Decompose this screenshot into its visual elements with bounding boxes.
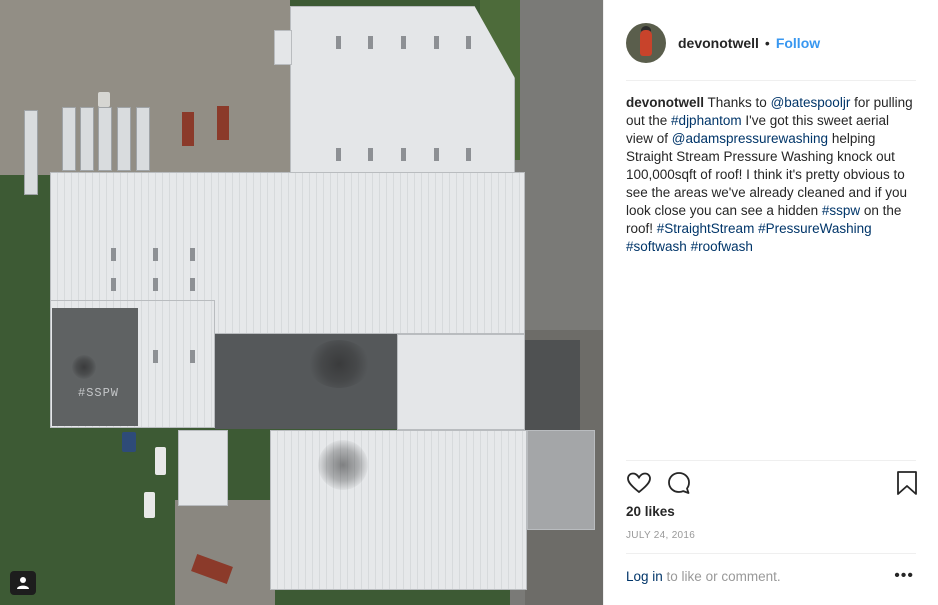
post-actions [626,470,918,498]
roof-stain [308,340,370,388]
post-date: JULY 24, 2016 [626,530,696,541]
trailer [24,110,38,195]
caption-text: Thanks to [704,95,771,110]
more-options-icon[interactable]: ••• [894,567,914,585]
roof-vent [368,148,373,161]
like-count[interactable]: 20 likes [626,504,675,519]
roof-vent [466,148,471,161]
comment-icon[interactable] [666,470,692,496]
hashtag-link[interactable]: #StraightStream [657,221,755,236]
parked-car [155,447,166,475]
roof-vent [190,278,195,291]
avatar-figure [640,30,652,56]
roof-stain [72,355,96,379]
lower-lot [175,500,275,605]
roof-vent [368,36,373,49]
roof-vent [111,248,116,261]
roof-vent [434,148,439,161]
post-caption: devonotwell Thanks to @batespooljr for p… [626,94,918,256]
roof-vent [336,148,341,161]
roof-vent [336,36,341,49]
separator-dot: • [764,35,770,51]
hashtag-link[interactable]: #djphantom [671,113,742,128]
roof-vent [401,36,406,49]
bookmark-icon[interactable] [896,470,918,496]
login-link[interactable]: Log in [626,569,663,584]
mention-link[interactable]: @batespooljr [771,95,851,110]
footer-divider [626,553,916,554]
roof-vent [111,278,116,291]
hashtag-link[interactable]: #PressureWashing [758,221,872,236]
avatar[interactable] [626,23,666,63]
roof-stain [318,440,368,490]
dirty-roof-center [215,334,397,429]
roof-vent [153,350,158,363]
roof-annex [274,30,292,65]
trailer [117,107,131,171]
roof-small-shed [178,430,228,506]
roof-top-building [290,6,515,196]
roof-vent [153,278,158,291]
mention-link[interactable]: @adamspressurewashing [672,131,828,146]
dumpster [182,112,194,146]
user-icon [17,577,29,589]
post-sidebar: devonotwell • Follow devonotwell Thanks … [603,0,938,605]
roof-hashtag-mark: #SSPW [78,386,120,400]
parked-car [144,492,155,518]
hashtag-link[interactable]: #sspw [822,203,860,218]
roof-lower-building [270,430,527,590]
truck [98,92,110,107]
trailer [80,107,94,171]
roof-vent [153,248,158,261]
roof-lower-right [527,430,595,530]
hashtag-link[interactable]: #softwash [626,239,687,254]
heart-icon[interactable] [626,470,652,496]
actions-divider [626,460,916,461]
trailer [98,107,112,171]
parked-car [122,432,136,452]
roof-vent [434,36,439,49]
roof-dark-strip [525,340,580,430]
tagged-users-button[interactable] [10,571,36,595]
roof-center-clean [397,334,525,430]
dumpster [217,106,229,140]
header-divider [626,80,916,81]
login-prompt-text: to like or comment. [662,569,781,584]
roof-vent [466,36,471,49]
trailer [62,107,76,171]
caption-author[interactable]: devonotwell [626,95,704,110]
hashtag-link[interactable]: #roofwash [691,239,753,254]
post-header: devonotwell • Follow [626,22,916,64]
roof-vent [190,248,195,261]
roof-vent [190,350,195,363]
trailer [136,107,150,171]
post-photo[interactable]: #SSPW [0,0,603,605]
roof-vent [401,148,406,161]
login-prompt: Log in to like or comment. [626,569,781,584]
username-link[interactable]: devonotwell [678,35,759,51]
follow-button[interactable]: Follow [776,35,820,51]
